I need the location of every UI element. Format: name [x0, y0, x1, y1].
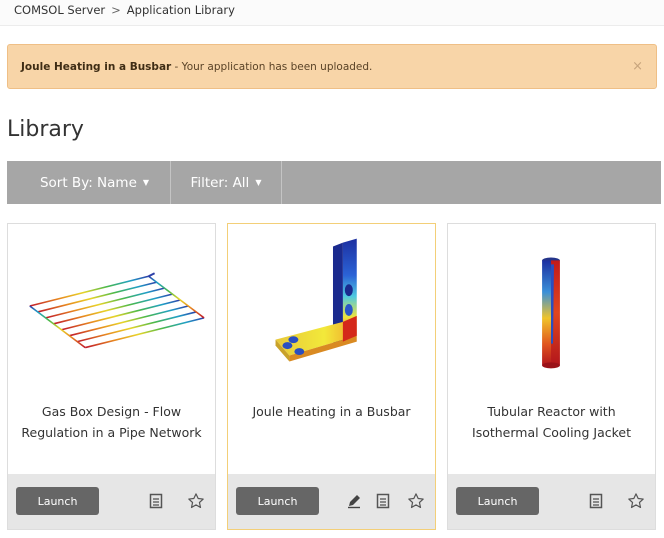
sort-dropdown[interactable]: Sort By: Name ▼: [7, 161, 171, 204]
library-toolbar: Sort By: Name ▼ Filter: All ▼: [7, 161, 661, 204]
card-footer: Launch: [8, 474, 215, 529]
page-title: Library: [7, 117, 84, 142]
app-card-gas-box[interactable]: Gas Box Design - Flow Regulation in a Pi…: [7, 223, 216, 530]
alert-app-name: Joule Heating in a Busbar: [21, 61, 172, 73]
card-title[interactable]: Joule Heating in a Busbar: [234, 401, 429, 422]
filter-dropdown[interactable]: Filter: All ▼: [171, 161, 282, 204]
document-icon[interactable]: [373, 491, 393, 511]
document-icon[interactable]: [586, 491, 606, 511]
breadcrumb-current[interactable]: Application Library: [127, 3, 235, 17]
joule-heating-thumbnail: [275, 238, 357, 362]
chevron-down-icon: ▼: [142, 178, 150, 187]
launch-button[interactable]: Launch: [16, 487, 99, 515]
gas-box-thumbnail: [29, 272, 205, 349]
app-card-joule-heating[interactable]: Joule Heating in a Busbar Launch: [227, 223, 436, 530]
star-icon[interactable]: [626, 491, 646, 511]
card-title[interactable]: Tubular Reactor with Isothermal Cooling …: [454, 401, 649, 443]
close-icon[interactable]: ×: [632, 59, 643, 74]
card-footer: Launch: [448, 474, 655, 529]
edit-pencil-icon[interactable]: [344, 491, 364, 511]
document-icon[interactable]: [146, 491, 166, 511]
sort-label: Sort By: Name: [39, 174, 137, 191]
tubular-reactor-thumbnail: [542, 257, 560, 369]
breadcrumb: COMSOL Server > Application Library: [0, 0, 664, 26]
launch-button[interactable]: Launch: [236, 487, 319, 515]
star-icon[interactable]: [406, 491, 426, 511]
star-icon[interactable]: [186, 491, 206, 511]
launch-button[interactable]: Launch: [456, 487, 539, 515]
filter-label: Filter: All: [190, 174, 250, 191]
breadcrumb-separator: >: [111, 3, 121, 17]
card-title[interactable]: Gas Box Design - Flow Regulation in a Pi…: [14, 401, 209, 443]
chevron-down-icon: ▼: [255, 178, 262, 187]
card-footer: Launch: [228, 474, 435, 529]
upload-success-alert: Joule Heating in a Busbar - Your applica…: [7, 44, 657, 89]
app-card-tubular-reactor[interactable]: Tubular Reactor with Isothermal Cooling …: [447, 223, 656, 530]
breadcrumb-home[interactable]: COMSOL Server: [14, 3, 105, 17]
alert-message: - Your application has been uploaded.: [171, 61, 373, 73]
